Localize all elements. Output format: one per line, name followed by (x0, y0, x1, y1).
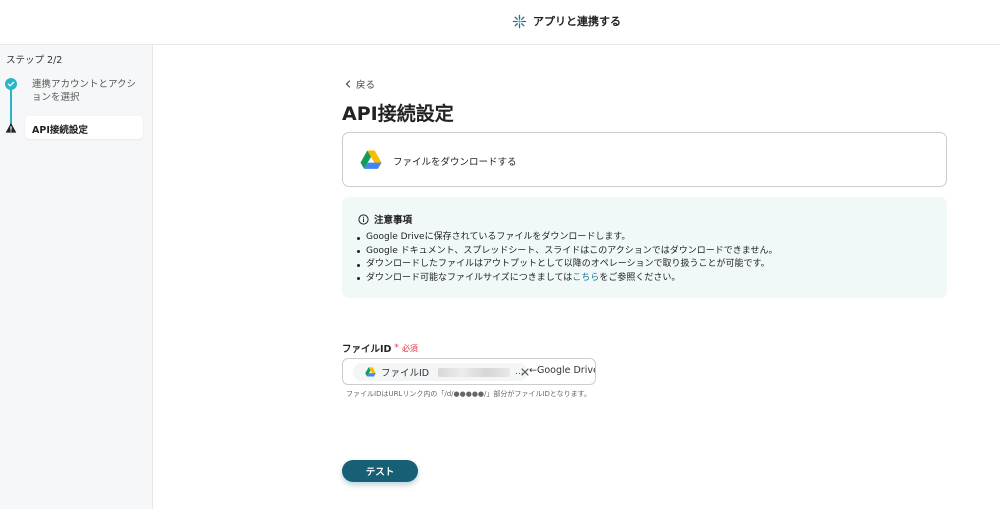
notes-item-text: をご参照ください。 (599, 272, 681, 283)
chevron-left-icon (345, 80, 351, 88)
test-button[interactable]: テスト (342, 460, 418, 482)
warning-icon (5, 123, 17, 133)
header-title: アプリと連携する (512, 13, 621, 29)
redacted-value (438, 367, 511, 377)
notes-item: ダウンロードしたファイルはアウトプットとして以降のオペレーションで取り扱うことが… (356, 258, 778, 272)
file-id-chip[interactable]: ファイルID ... (353, 363, 529, 381)
top-header: アプリと連携する (0, 0, 1000, 45)
file-id-input[interactable]: ファイルID ... ←Google Drive (342, 358, 596, 385)
sidebar-step-2[interactable]: API接続設定 (32, 122, 88, 136)
field-suffix-text: ←Google Drive (529, 365, 596, 376)
notes-title: 注意事項 (358, 212, 412, 226)
notes-item-text: ダウンロード可能なファイルサイズにつきましては (366, 272, 573, 283)
action-label: ファイルをダウンロードする (393, 157, 517, 168)
required-text: 必須 (401, 343, 418, 353)
sidebar-step-1[interactable]: 連携アカウントとアクションを選択 (32, 78, 142, 104)
google-drive-icon (360, 150, 382, 169)
back-link-label: 戻る (356, 80, 376, 91)
notes-title-text: 注意事項 (374, 215, 413, 226)
filesize-help-link[interactable]: こちら (572, 273, 599, 283)
page-title: API接続設定 (342, 103, 454, 125)
header-title-text: アプリと連携する (533, 15, 621, 28)
notes-item: Google ドキュメント、スプレッドシート、スライドはこのアクションではダウン… (356, 245, 778, 259)
action-card[interactable]: ファイルをダウンロードする (342, 132, 947, 187)
notes-item: Google Driveに保存されているファイルをダウンロードします。 (356, 231, 778, 245)
notes-item: ダウンロード可能なファイルサイズにつきましてはこちらをご参照ください。 (356, 272, 778, 286)
back-link[interactable]: 戻る (344, 77, 375, 91)
file-id-label: ファイルID * 必須 (342, 341, 418, 355)
required-mark: * (394, 343, 399, 353)
chip-label: ファイルID (381, 368, 430, 379)
google-drive-icon (365, 367, 376, 377)
notes-list: Google Driveに保存されているファイルをダウンロードします。 Goog… (356, 231, 778, 285)
sidebar: ステップ 2/2 連携アカウントとアクションを選択 API接続設定 (0, 45, 153, 509)
info-icon (358, 213, 369, 225)
file-id-label-text: ファイルID (342, 344, 392, 355)
file-id-hint: ファイルIDはURLリンク内の「/d/●●●●●/」部分がファイルIDとなります… (346, 390, 591, 398)
step-indicator: ステップ 2/2 (6, 55, 63, 66)
check-icon (5, 78, 17, 90)
step-connector-line (10, 87, 12, 125)
sparkle-icon (512, 14, 527, 28)
notes-box: 注意事項 Google Driveに保存されているファイルをダウンロードします。… (342, 197, 947, 298)
